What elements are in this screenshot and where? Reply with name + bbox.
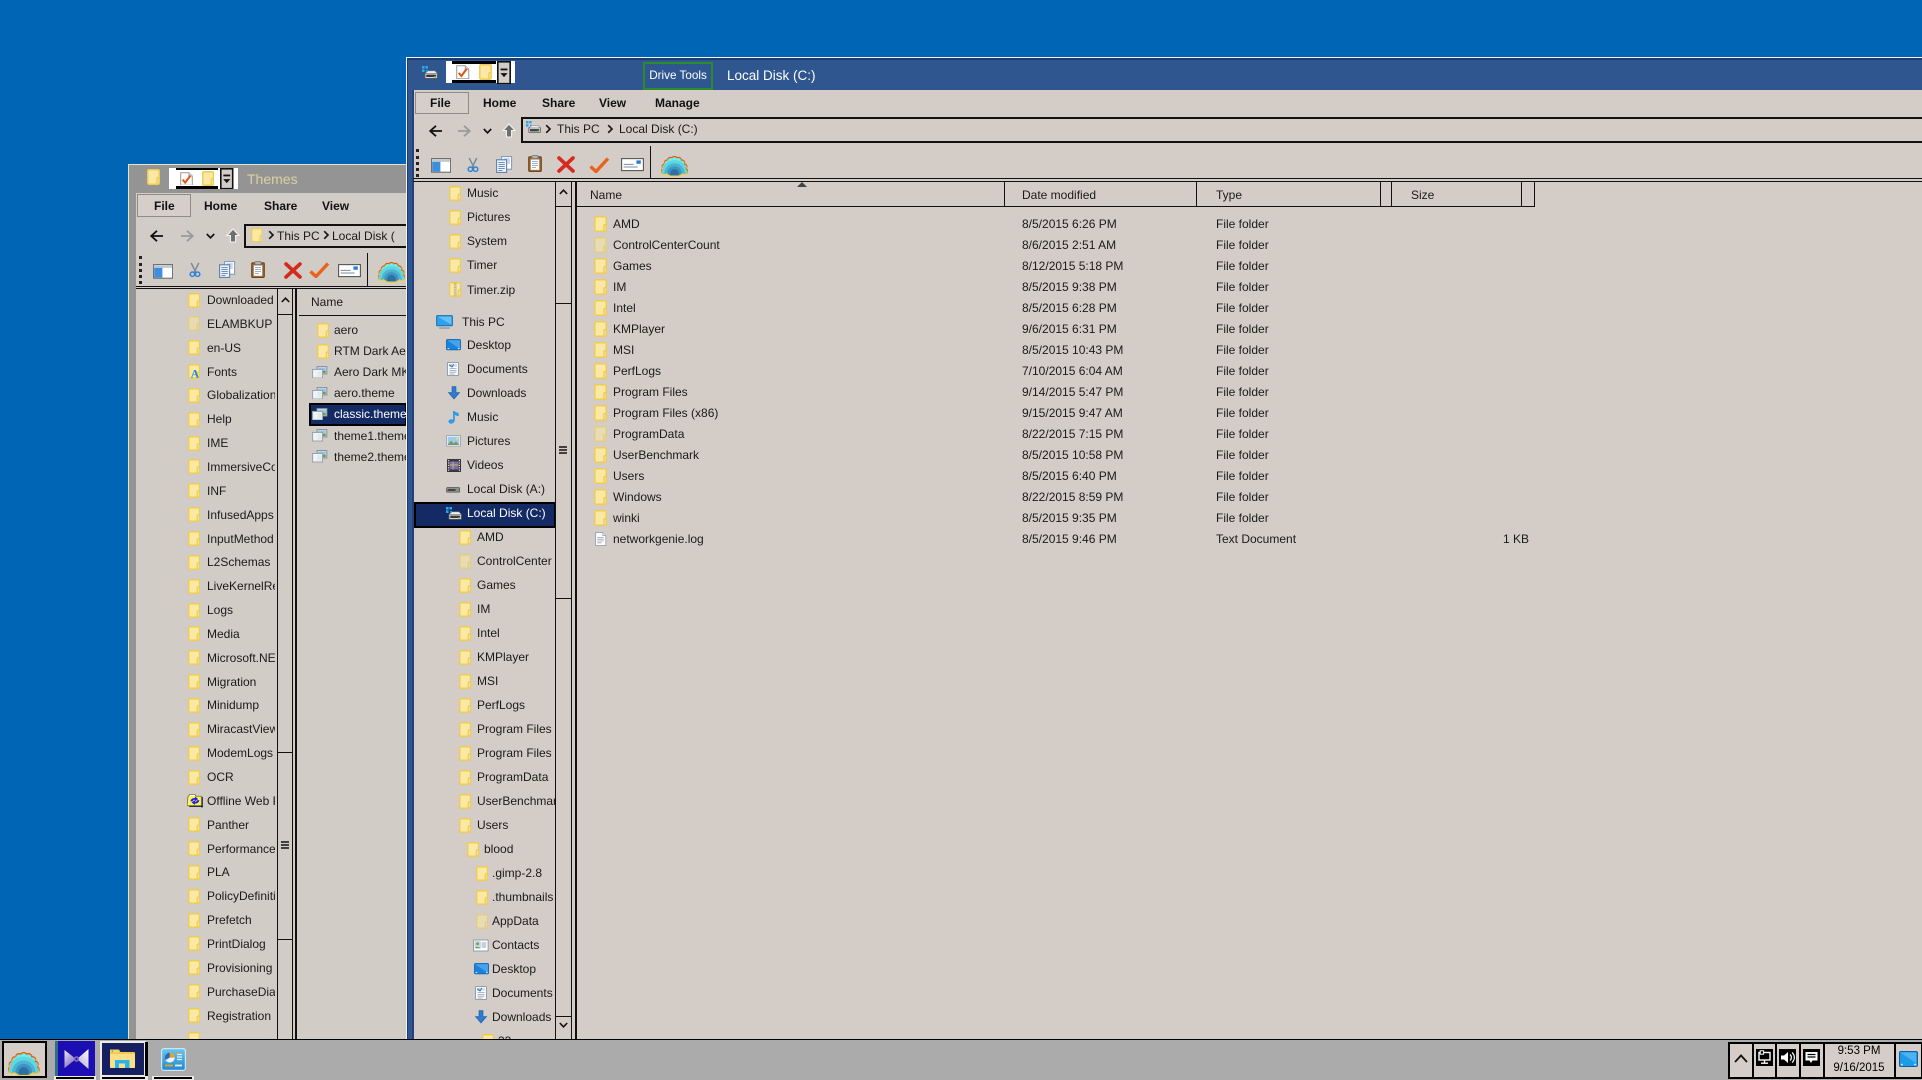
svg-text:A: A <box>191 368 200 379</box>
